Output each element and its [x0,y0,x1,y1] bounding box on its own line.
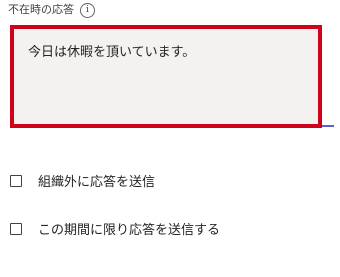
info-icon[interactable]: i [80,2,95,18]
auto-reply-message-textarea[interactable]: 今日は休暇を頂いています。 [10,25,322,128]
send-outside-org-option[interactable]: 組織外に応答を送信 [10,171,155,190]
send-during-period-label: この期間に限り応答を送信する [38,223,221,238]
send-during-period-checkbox[interactable] [10,222,22,235]
send-during-period-option[interactable]: この期間に限り応答を送信する [10,219,220,238]
send-outside-org-checkbox[interactable] [10,174,22,187]
send-outside-org-label: 組織外に応答を送信 [38,175,156,190]
auto-reply-label-row: 不在時の応答 i [8,2,95,18]
textarea-focus-underline [322,125,334,127]
auto-reply-label: 不在時の応答 [8,3,74,16]
